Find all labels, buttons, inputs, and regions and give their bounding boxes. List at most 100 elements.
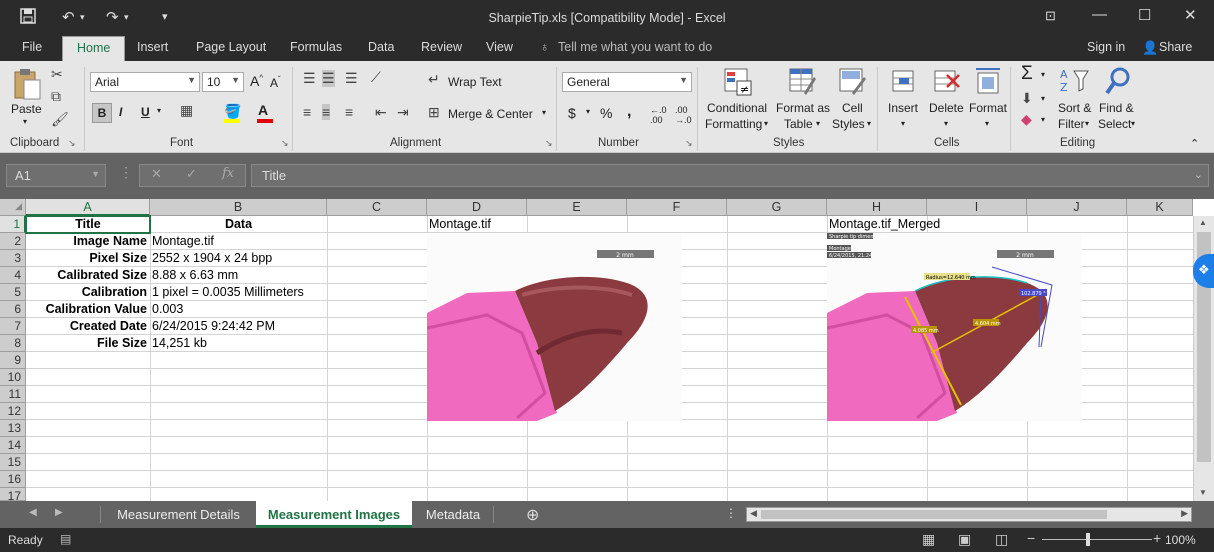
new-sheet-icon[interactable]: ⊕ <box>526 505 539 525</box>
column-header-k[interactable]: K <box>1127 199 1193 216</box>
sign-in-link[interactable]: Sign in <box>1087 40 1125 54</box>
paste-label[interactable]: Paste <box>11 102 42 116</box>
table-dropdown-icon[interactable]: ▾ <box>816 119 820 128</box>
row-header[interactable]: 14 <box>0 437 26 454</box>
row-header[interactable]: 17 <box>0 488 26 503</box>
insert-label[interactable]: Insert <box>888 101 918 115</box>
enter-icon[interactable]: ✓ <box>186 166 197 182</box>
borders-icon[interactable]: ▦ <box>180 102 193 119</box>
record-value[interactable]: 1 pixel = 0.0035 Millimeters <box>152 284 327 301</box>
percent-button[interactable]: % <box>600 105 612 121</box>
row-header[interactable]: 1 <box>0 216 26 233</box>
sheet-tab-metadata[interactable]: Metadata <box>413 501 493 528</box>
merge-center-icon[interactable]: ⊞ <box>428 104 440 121</box>
record-value[interactable]: 0.003 <box>152 301 327 318</box>
filter-dropdown-icon[interactable]: ▾ <box>1085 119 1089 128</box>
delete-label[interactable]: Delete <box>929 101 964 115</box>
row-header[interactable]: 11 <box>0 386 26 403</box>
zoom-in-icon[interactable]: + <box>1153 530 1161 546</box>
align-top-icon[interactable]: ☰ <box>303 70 316 87</box>
zoom-level[interactable]: 100% <box>1165 533 1196 547</box>
wrap-text-button[interactable]: Wrap Text <box>448 75 502 89</box>
align-bottom-icon[interactable]: ☰ <box>345 70 358 87</box>
record-label[interactable]: Calibration Value <box>26 301 147 318</box>
column-header-i[interactable]: I <box>927 199 1027 216</box>
column-header-e[interactable]: E <box>527 199 627 216</box>
row-header[interactable]: 6 <box>0 301 26 318</box>
tab-home[interactable]: Home <box>62 36 126 61</box>
record-value[interactable]: 2552 x 1904 x 24 bpp <box>152 250 327 267</box>
autosum-icon[interactable]: Σ <box>1021 63 1033 85</box>
column-header-d[interactable]: D <box>427 199 527 216</box>
comma-button[interactable]: , <box>627 103 631 121</box>
conditional-dropdown-icon[interactable]: ▾ <box>764 119 768 128</box>
record-label[interactable]: Created Date <box>26 318 147 335</box>
row-header[interactable]: 7 <box>0 318 26 335</box>
row-header[interactable]: 9 <box>0 352 26 369</box>
scroll-up-icon[interactable]: ▲ <box>1199 218 1207 227</box>
tab-file[interactable]: File <box>22 40 42 54</box>
record-label[interactable]: File Size <box>26 335 147 352</box>
record-label[interactable]: Image Name <box>26 233 147 250</box>
tab-data[interactable]: Data <box>368 40 394 54</box>
currency-dropdown-icon[interactable]: ▾ <box>586 107 590 116</box>
column-header-g[interactable]: G <box>727 199 827 216</box>
format-cells-icon[interactable] <box>974 67 1002 98</box>
sheet-tab-measurement-details[interactable]: Measurement Details <box>101 501 256 528</box>
format-painter-icon[interactable]: 🖌 <box>51 111 69 128</box>
find-label[interactable]: Find & <box>1099 101 1134 115</box>
sort-filter-icon[interactable]: AZ <box>1060 67 1090 98</box>
decrease-indent-icon[interactable]: ⇤ <box>375 104 387 121</box>
orientation-icon[interactable]: ⟋ <box>371 69 381 86</box>
decrease-decimal-icon[interactable]: .00 →.0 <box>675 105 692 125</box>
column-header-b[interactable]: B <box>150 199 327 216</box>
collapse-ribbon-icon[interactable]: ⌃ <box>1190 137 1199 150</box>
formula-input[interactable]: Title ⌄ <box>251 164 1209 187</box>
column-header-j[interactable]: J <box>1027 199 1127 216</box>
insert-dropdown-icon[interactable]: ▾ <box>901 119 905 128</box>
horizontal-scrollbar[interactable]: ◀ ▶ <box>746 507 1192 522</box>
zoom-out-icon[interactable]: − <box>1027 530 1035 546</box>
copy-icon[interactable]: ⧉ <box>51 88 61 105</box>
scroll-tabs-left-icon[interactable]: ◀ <box>29 507 37 518</box>
merge-center-button[interactable]: Merge & Center <box>448 107 533 121</box>
macro-record-icon[interactable]: ▤ <box>60 532 71 546</box>
scroll-tabs-right-icon[interactable]: ▶ <box>55 507 63 518</box>
montage-merged-image[interactable]: Sharpie tip dimensions Montage.tif 6/24/… <box>827 233 1082 421</box>
page-layout-view-icon[interactable]: ▣ <box>958 531 971 548</box>
tab-page-layout[interactable]: Page Layout <box>196 40 266 54</box>
delete-dropdown-icon[interactable]: ▾ <box>944 119 948 128</box>
insert-function-icon[interactable]: fx <box>222 166 234 181</box>
increase-font-icon[interactable]: A^ <box>250 73 263 89</box>
fill-dropdown-icon[interactable]: ▾ <box>1041 94 1045 103</box>
column-header-a[interactable]: A <box>26 199 150 216</box>
tab-view[interactable]: View <box>486 40 513 54</box>
cell-b1[interactable]: Data <box>150 216 327 233</box>
tab-split-handle-icon[interactable]: ⋮ <box>725 506 737 520</box>
font-name-select[interactable]: Arial ▼ <box>90 72 200 92</box>
paste-dropdown-icon[interactable]: ▾ <box>23 117 27 126</box>
conditional-formatting-label[interactable]: Conditional <box>707 101 767 115</box>
clear-dropdown-icon[interactable]: ▾ <box>1041 115 1045 124</box>
cell-d1[interactable]: Montage.tif <box>429 216 527 233</box>
row-header[interactable]: 13 <box>0 420 26 437</box>
tell-me-input[interactable]: Tell me what you want to do <box>558 40 712 54</box>
ribbon-display-options-icon[interactable]: ⊡ <box>1045 8 1056 24</box>
name-box[interactable]: A1 ▼ <box>6 164 106 187</box>
maximize-button[interactable]: ☐ <box>1138 6 1151 24</box>
currency-button[interactable]: $ <box>568 105 576 121</box>
row-header[interactable]: 2 <box>0 233 26 250</box>
cut-icon[interactable]: ✂ <box>51 66 63 83</box>
more-options-icon[interactable]: ⋮ <box>119 164 133 181</box>
number-format-select[interactable]: General ▼ <box>562 72 692 92</box>
align-right-icon[interactable]: ≡ <box>345 104 353 120</box>
wrap-text-icon[interactable]: ↵ <box>428 71 440 88</box>
page-break-view-icon[interactable]: ◫ <box>995 531 1008 548</box>
record-label[interactable]: Calibrated Size <box>26 267 147 284</box>
font-color-icon[interactable]: A <box>258 102 268 118</box>
record-value[interactable]: 14,251 kb <box>152 335 327 352</box>
scroll-right-icon[interactable]: ▶ <box>1181 508 1188 519</box>
cancel-icon[interactable]: ✕ <box>151 166 162 182</box>
sort-label[interactable]: Sort & <box>1058 101 1091 115</box>
record-value[interactable]: Montage.tif <box>152 233 327 250</box>
